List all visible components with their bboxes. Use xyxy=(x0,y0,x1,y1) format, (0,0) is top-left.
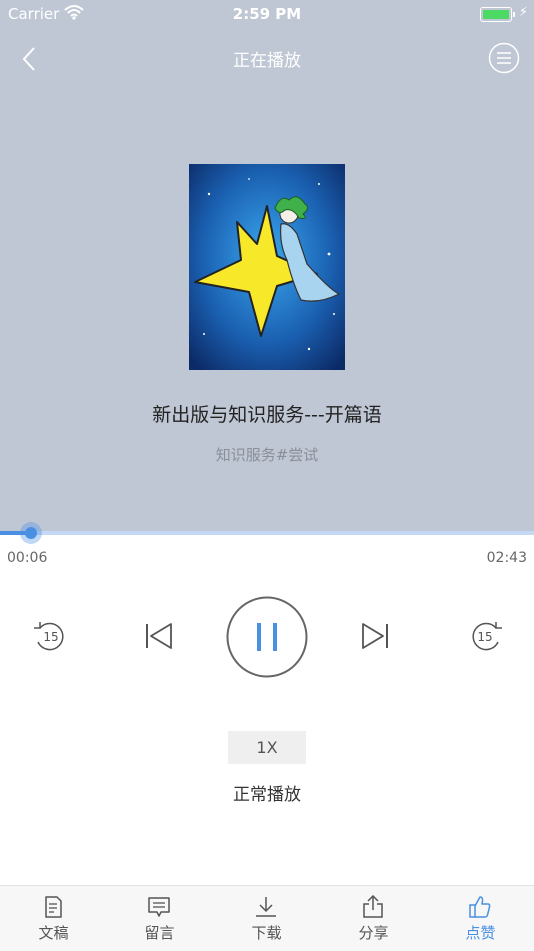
rewind-15-button[interactable]: 15 xyxy=(30,618,70,654)
progress-thumb[interactable] xyxy=(19,522,42,544)
tab-share[interactable]: 分享 xyxy=(320,886,427,951)
status-bar: Carrier 2:59 PM ⚡ xyxy=(0,0,534,28)
comment-icon xyxy=(148,897,170,917)
share-icon xyxy=(363,895,383,918)
forward-label: 15 xyxy=(477,630,492,644)
previous-track-button[interactable] xyxy=(143,621,175,651)
nav-bar: 正在播放 xyxy=(0,38,534,78)
skip-next-icon xyxy=(362,623,388,649)
tab-label: 点赞 xyxy=(465,924,496,942)
pause-icon xyxy=(226,596,308,678)
tab-label: 文稿 xyxy=(38,924,69,942)
skip-previous-icon xyxy=(146,623,172,649)
progress-bar[interactable] xyxy=(0,522,534,544)
tab-label: 下载 xyxy=(251,924,282,942)
list-menu-icon[interactable] xyxy=(488,42,520,74)
album-cover-image xyxy=(189,164,345,370)
bottom-tab-bar: 文稿 留言 下载 分享 点赞 xyxy=(0,885,534,951)
forward-15-icon: 15 xyxy=(472,622,502,651)
play-pause-button[interactable] xyxy=(226,596,308,678)
playback-speed-button[interactable]: 1X xyxy=(228,731,306,764)
download-icon xyxy=(256,897,276,917)
tab-label: 分享 xyxy=(358,924,389,942)
next-track-button[interactable] xyxy=(359,621,391,651)
charging-icon: ⚡ xyxy=(518,5,528,20)
page-title: 正在播放 xyxy=(233,51,301,71)
tab-comment[interactable]: 留言 xyxy=(106,886,213,951)
playback-speed-label: 正常播放 xyxy=(233,785,301,805)
current-time: 00:06 xyxy=(7,550,48,566)
tab-label: 留言 xyxy=(144,924,175,942)
tab-download[interactable]: 下载 xyxy=(213,886,320,951)
rewind-15-icon: 15 xyxy=(34,622,64,651)
track-subtitle: 知识服务#尝试 xyxy=(215,446,319,464)
tab-document[interactable]: 文稿 xyxy=(0,886,107,951)
forward-15-button[interactable]: 15 xyxy=(466,618,506,654)
thumbs-up-icon xyxy=(469,896,491,918)
duration-time: 02:43 xyxy=(486,550,527,566)
battery-icon xyxy=(480,7,515,22)
status-time: 2:59 PM xyxy=(232,5,302,23)
rewind-label: 15 xyxy=(43,630,58,644)
tab-like[interactable]: 点赞 xyxy=(427,886,534,951)
document-icon xyxy=(45,896,62,918)
player-header-area: Carrier 2:59 PM ⚡ 正在播放 新出版与知识服务---开篇语 知识… xyxy=(0,0,534,533)
track-title: 新出版与知识服务---开篇语 xyxy=(152,404,382,426)
